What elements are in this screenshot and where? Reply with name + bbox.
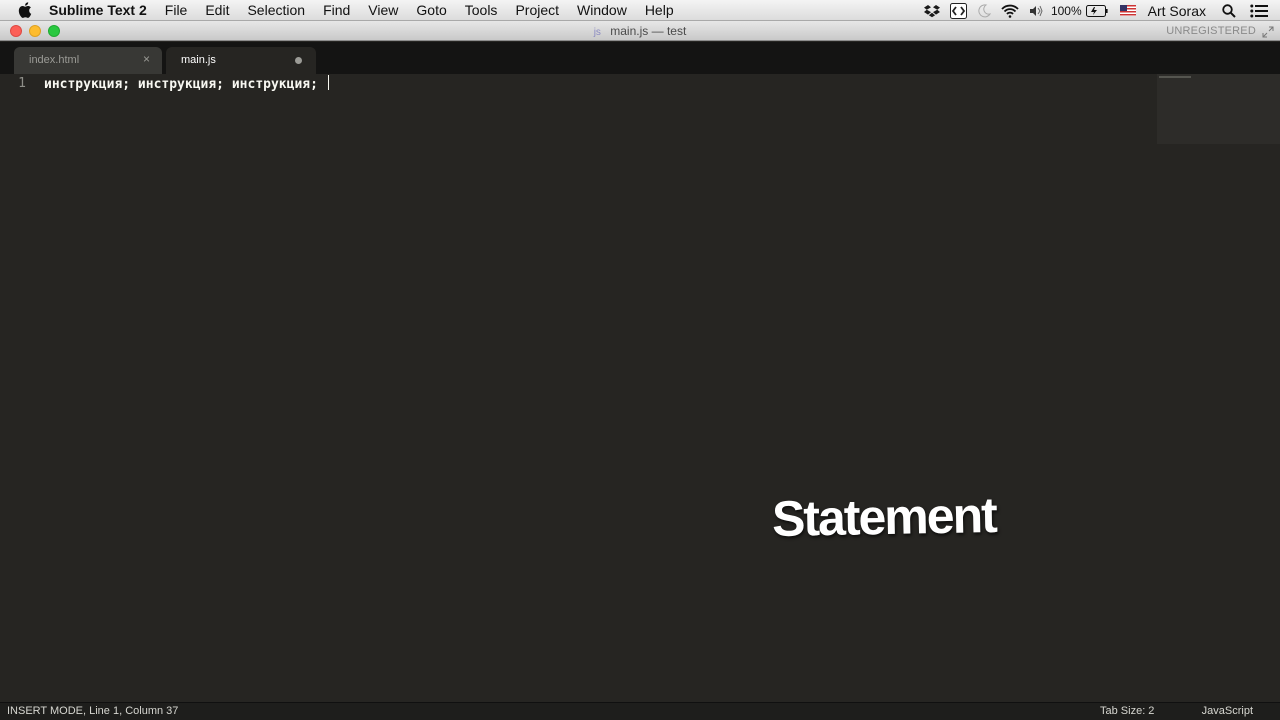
code-line[interactable]: инструкция; инструкция; инструкция; [44, 75, 329, 92]
menu-help[interactable]: Help [645, 2, 674, 18]
menu-selection[interactable]: Selection [247, 2, 305, 18]
menu-view[interactable]: View [368, 2, 398, 18]
cursor-position-status: INSERT MODE, Line 1, Column 37 [7, 705, 179, 717]
code-editor[interactable]: 1 инструкция; инструкция; инструкция; St… [0, 74, 1280, 702]
menu-goto[interactable]: Goto [416, 2, 446, 18]
tab-size-selector[interactable]: Tab Size: 2 [1100, 705, 1154, 717]
moon-icon[interactable] [977, 3, 991, 18]
minimap[interactable] [1157, 74, 1280, 144]
tab-strip: index.html × main.js [0, 42, 1280, 74]
menu-extras: 100% Art Sorax [914, 0, 1280, 21]
syntax-selector[interactable]: JavaScript [1202, 705, 1253, 717]
unsaved-dot-icon[interactable] [295, 57, 302, 64]
menu-app-name[interactable]: Sublime Text 2 [49, 2, 147, 18]
fullscreen-icon[interactable] [1262, 25, 1274, 43]
tab-main-js[interactable]: main.js [166, 47, 316, 74]
apple-icon[interactable] [17, 2, 33, 19]
list-icon[interactable] [1250, 4, 1268, 18]
flag-icon[interactable] [1119, 5, 1136, 16]
battery-icon[interactable] [1085, 4, 1108, 17]
js-file-icon: js [593, 27, 601, 38]
volume-icon[interactable] [1029, 4, 1043, 18]
video-caption: Statement [771, 487, 997, 547]
battery-percentage: 100% [1050, 3, 1082, 18]
menu-file[interactable]: File [165, 2, 188, 18]
window-title: js main.js — test [0, 24, 1280, 38]
menu-window[interactable]: Window [577, 2, 627, 18]
wifi-icon[interactable] [1001, 4, 1019, 18]
status-bar: INSERT MODE, Line 1, Column 37 Tab Size:… [0, 702, 1280, 720]
menu-find[interactable]: Find [323, 2, 350, 18]
user-name[interactable]: Art Sorax [1148, 3, 1206, 19]
menu-project[interactable]: Project [515, 2, 559, 18]
text-cursor [327, 75, 329, 90]
close-icon[interactable]: × [143, 52, 150, 66]
tab-index-html[interactable]: index.html × [14, 47, 162, 74]
window-titlebar: js main.js — test UNREGISTERED [0, 21, 1280, 41]
line-number: 1 [18, 76, 26, 91]
dropbox-icon[interactable] [923, 4, 940, 18]
tab-label: index.html [29, 54, 80, 66]
window-title-text: main.js — test [610, 24, 687, 38]
menu-bar: Sublime Text 2 File Edit Selection Find … [0, 0, 1280, 21]
code-line-text: инструкция; инструкция; инструкция; [44, 77, 326, 92]
menu-edit[interactable]: Edit [205, 2, 229, 18]
search-icon[interactable] [1222, 3, 1236, 18]
bracket-icon[interactable] [949, 2, 967, 19]
menu-tools[interactable]: Tools [465, 2, 498, 18]
unregistered-label: UNREGISTERED [1166, 25, 1256, 37]
minimap-line [1159, 76, 1191, 78]
tab-label: main.js [181, 54, 216, 66]
